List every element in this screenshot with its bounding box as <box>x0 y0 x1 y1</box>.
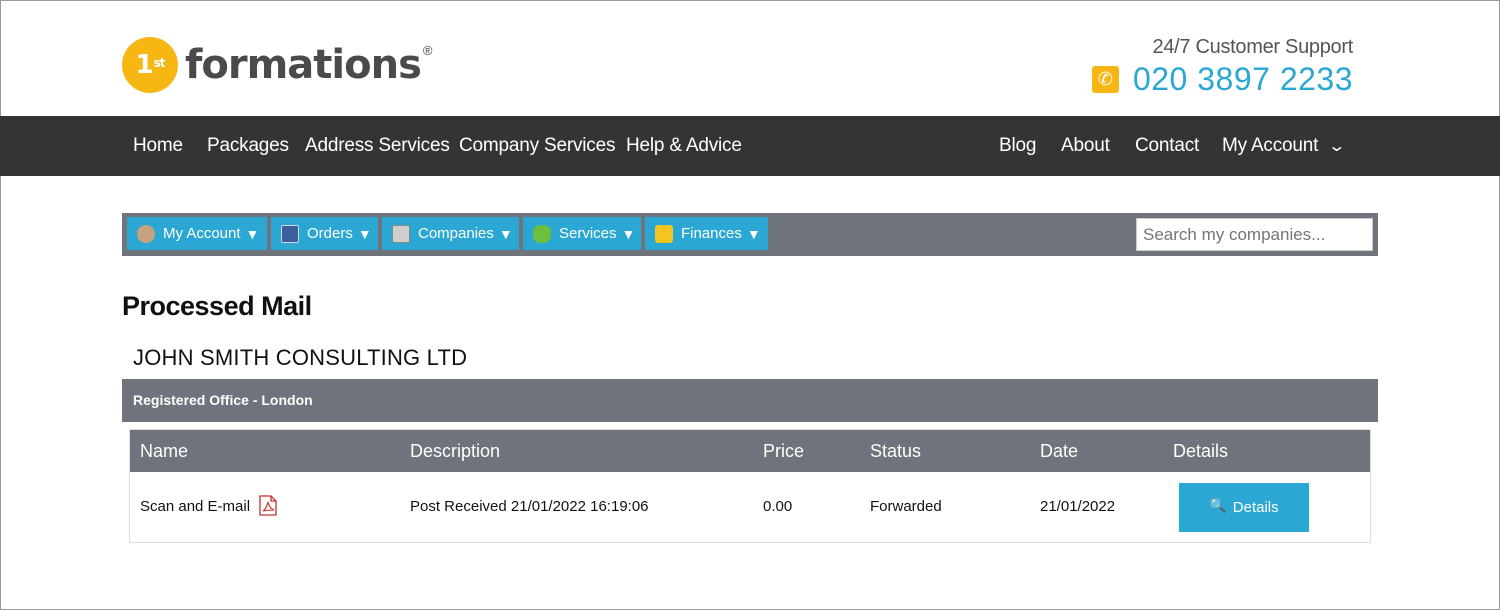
table-header: Name Description Price Status Date Detai… <box>130 430 1370 472</box>
mail-name: Scan and E-mail <box>140 498 251 515</box>
logo[interactable]: 1st formations ® <box>122 37 432 93</box>
section-header: Registered Office - London <box>122 379 1378 422</box>
toolbar-button-label: Companies <box>418 225 494 242</box>
toolbar-orders-button[interactable]: Orders ▼ <box>271 217 378 250</box>
customer-support: 24/7 Customer Support ✆ 020 3897 2233 <box>1091 36 1354 98</box>
nav-home[interactable]: Home <box>133 116 183 176</box>
phone-icon: ✆ <box>1091 66 1119 93</box>
main-nav: Home Packages Address Services Company S… <box>0 116 1500 176</box>
toolbar-companies-button[interactable]: Companies ▼ <box>382 217 519 250</box>
toolbar-finances-button[interactable]: Finances ▼ <box>645 217 768 250</box>
nav-about[interactable]: About <box>1061 116 1110 176</box>
cell-date: 21/01/2022 <box>1040 498 1116 515</box>
toolbar-button-label: Orders <box>307 225 353 242</box>
nav-company-services[interactable]: Company Services <box>459 116 615 176</box>
logo-badge-suffix: st <box>153 56 166 70</box>
dropdown-arrow-icon: ▼ <box>245 225 260 242</box>
toolbar-button-label: Services <box>559 225 617 242</box>
column-header-description: Description <box>410 441 501 461</box>
user-icon <box>137 224 155 243</box>
support-label: 24/7 Customer Support <box>1152 36 1354 58</box>
dropdown-arrow-icon: ▼ <box>621 225 636 242</box>
pdf-icon[interactable] <box>259 494 277 516</box>
toolbar-button-label: Finances <box>681 225 742 242</box>
details-button-label: Details <box>1232 499 1279 516</box>
logo-registered-mark: ® <box>422 42 433 58</box>
nav-help-advice[interactable]: Help & Advice <box>626 116 742 176</box>
site-header: 1st formations ® 24/7 Customer Support ✆… <box>0 0 1500 116</box>
nav-address-services[interactable]: Address Services <box>305 116 450 176</box>
processed-mail-table: Name Description Price Status Date Detai… <box>129 429 1371 543</box>
phone-number[interactable]: 020 3897 2233 <box>1133 61 1353 98</box>
column-header-status: Status <box>870 441 922 461</box>
table-row: Scan and E-mail Post Received 21/01/2022… <box>130 472 1370 542</box>
logo-wordmark: formations <box>185 42 422 88</box>
account-toolbar: My Account ▼ Orders ▼ Companies ▼ Servic… <box>122 213 1378 256</box>
column-header-name: Name <box>140 441 189 461</box>
cell-status: Forwarded <box>870 498 942 515</box>
dropdown-arrow-icon: ▼ <box>357 225 372 242</box>
nav-blog[interactable]: Blog <box>999 116 1036 176</box>
toolbar-my-account-button[interactable]: My Account ▼ <box>127 217 267 250</box>
column-header-price: Price <box>763 441 805 461</box>
details-button[interactable]: 🔍 Details <box>1179 483 1309 532</box>
dropdown-arrow-icon: ▼ <box>498 225 513 242</box>
nav-contact[interactable]: Contact <box>1135 116 1199 176</box>
cell-price: 0.00 <box>763 498 793 515</box>
logo-badge-number: 1 <box>135 50 154 80</box>
column-header-details: Details <box>1173 441 1229 461</box>
cell-description: Post Received 21/01/2022 16:19:06 <box>410 498 649 515</box>
building-icon <box>392 224 410 243</box>
logo-badge: 1st <box>122 37 178 93</box>
page-title: Processed Mail <box>122 291 312 321</box>
chevron-down-icon: ⌄ <box>1327 138 1347 155</box>
nav-packages[interactable]: Packages <box>207 116 289 176</box>
nav-my-account-label: My Account <box>1222 135 1319 156</box>
puzzle-icon <box>533 224 551 243</box>
toolbar-button-label: My Account <box>163 225 241 242</box>
magnifier-icon: 🔍 <box>1209 497 1227 513</box>
dropdown-arrow-icon: ▼ <box>746 225 761 242</box>
nav-my-account[interactable]: My Account ⌄ <box>1222 116 1346 176</box>
toolbar-services-button[interactable]: Services ▼ <box>523 217 641 250</box>
book-icon <box>281 224 299 243</box>
column-header-date: Date <box>1040 441 1079 461</box>
company-name: JOHN SMITH CONSULTING LTD <box>133 345 468 370</box>
company-search-input[interactable] <box>1136 218 1373 251</box>
phone-row: ✆ 020 3897 2233 <box>1091 61 1353 98</box>
coins-icon <box>655 224 673 243</box>
cell-name: Scan and E-mail <box>140 472 277 542</box>
